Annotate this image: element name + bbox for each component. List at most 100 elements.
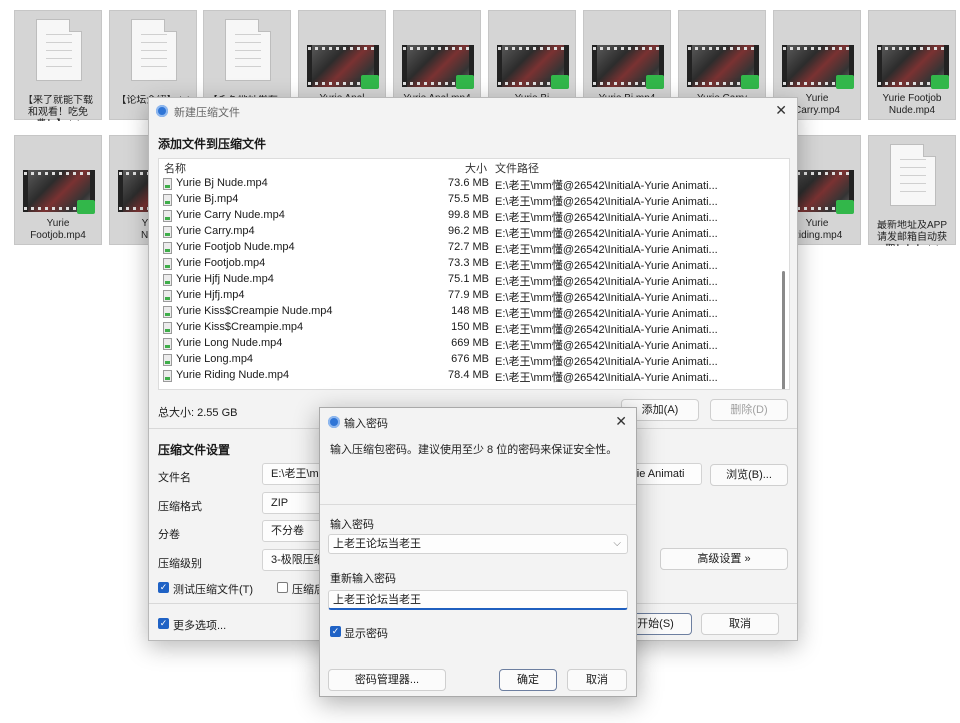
file-path: E:\老王\mm懂@26542\InitialA-Yurie Animati..… bbox=[495, 244, 718, 256]
file-path: E:\老王\mm懂@26542\InitialA-Yurie Animati..… bbox=[495, 196, 718, 208]
file-caption: 【来了就能下载 和观看！吃免 费！】.txt bbox=[23, 95, 93, 121]
video-file-icon bbox=[163, 210, 172, 222]
password-manager-button[interactable]: 密码管理器... bbox=[328, 669, 446, 691]
file-row[interactable]: Yurie Carry.mp4 96.2 MB E:\老王\mm懂@26542\In… bbox=[159, 224, 779, 240]
file-row[interactable]: Yurie Kiss$Creampie.mp4 150 MB E:\老王\mm懂@2… bbox=[159, 320, 779, 336]
cancel-button[interactable]: 取消 bbox=[567, 669, 627, 691]
file-row[interactable]: Yurie Footjob Nude.mp4 72.7 MB E:\老王\mm懂@2… bbox=[159, 240, 779, 256]
file-path: E:\老王\mm懂@26542\InitialA-Yurie Animati..… bbox=[495, 276, 718, 288]
column-name[interactable]: 名称 bbox=[164, 160, 186, 176]
chevron-down-icon[interactable]: ⌵ bbox=[613, 535, 621, 553]
scrollbar-thumb[interactable] bbox=[782, 271, 785, 389]
split-select[interactable]: 不分卷 bbox=[262, 520, 324, 542]
confirm-password-input[interactable]: 上老王论坛当老王 bbox=[328, 590, 628, 610]
text-file-tile[interactable]: 【来了就能下载 和观看！吃免 费！】.txt bbox=[14, 10, 102, 121]
test-archive-label[interactable]: 测试压缩文件(T) bbox=[173, 581, 253, 597]
video-file-icon bbox=[163, 226, 172, 238]
file-name: Yurie Kiss$Creampie.mp4 bbox=[176, 321, 304, 333]
file-list[interactable]: 名称 大小 文件路径 Yurie Bj Nude.mp4 73.6 MB E:\老王… bbox=[158, 158, 790, 390]
advanced-settings-button[interactable]: 高级设置 » bbox=[660, 548, 788, 570]
file-name: Yurie Hjfj.mp4 bbox=[176, 289, 245, 301]
file-path: E:\老王\mm懂@26542\InitialA-Yurie Animati..… bbox=[495, 260, 718, 272]
section-add-title: 添加文件到压缩文件 bbox=[158, 137, 267, 151]
file-row[interactable]: Yurie Bj Nude.mp4 73.6 MB E:\老王\mm懂@26542\… bbox=[159, 176, 779, 192]
file-path: E:\老王\mm懂@26542\InitialA-Yurie Animati..… bbox=[495, 356, 718, 368]
split-label: 分卷 bbox=[158, 529, 180, 541]
file-path: E:\老王\mm懂@26542\InitialA-Yurie Animati..… bbox=[495, 180, 718, 192]
player-badge-icon bbox=[646, 75, 664, 89]
filename-field[interactable]: E:\老王\mm bbox=[262, 463, 324, 485]
player-badge-icon bbox=[77, 200, 95, 214]
file-name: Yurie Kiss$Creampie Nude.mp4 bbox=[176, 305, 333, 317]
close-icon[interactable]: ✕ bbox=[775, 103, 787, 117]
player-badge-icon bbox=[361, 75, 379, 89]
window-title: 新建压缩文件 bbox=[174, 107, 240, 119]
file-path: E:\老王\mm懂@26542\InitialA-Yurie Animati..… bbox=[495, 212, 718, 224]
app-icon bbox=[156, 105, 168, 117]
file-caption: Yurie Footjob.mp4 bbox=[30, 218, 86, 241]
video-file-icon bbox=[163, 338, 172, 350]
file-row[interactable]: Yurie Bj.mp4 75.5 MB E:\老王\mm懂@26542\Initi… bbox=[159, 192, 779, 208]
file-row[interactable]: Yurie Long.mp4 676 MB E:\老王\mm懂@26542\Init… bbox=[159, 352, 779, 368]
level-label: 压缩级别 bbox=[158, 558, 202, 570]
file-row[interactable]: Yurie Long Nude.mp4 669 MB E:\老王\mm懂@26542… bbox=[159, 336, 779, 352]
file-caption: 最新地址及APP 请发邮箱自动获 取！！！.txt bbox=[876, 220, 947, 246]
app-icon bbox=[328, 416, 340, 428]
password-value: 上老王论坛当老王 bbox=[333, 538, 421, 550]
file-row[interactable]: Yurie Kiss$Creampie Nude.mp4 148 MB E:\老王\… bbox=[159, 304, 779, 320]
video-file-icon bbox=[163, 194, 172, 206]
file-row[interactable]: Yurie Hjfj.mp4 77.9 MB E:\老王\mm懂@26542\Ini… bbox=[159, 288, 779, 304]
file-name: Yurie Carry Nude.mp4 bbox=[176, 209, 285, 221]
text-file-tile[interactable]: 最新地址及APP 请发邮箱自动获 取！！！.txt bbox=[868, 135, 956, 246]
player-badge-icon bbox=[836, 200, 854, 214]
video-file-icon bbox=[163, 370, 172, 382]
column-size[interactable]: 大小 bbox=[465, 160, 487, 176]
document-icon bbox=[890, 144, 936, 206]
video-file-icon bbox=[163, 306, 172, 318]
cancel-button[interactable]: 取消 bbox=[701, 613, 779, 635]
password-input[interactable]: 上老王论坛当老王 ⌵ bbox=[328, 534, 628, 554]
file-path: E:\老王\mm懂@26542\InitialA-Yurie Animati..… bbox=[495, 324, 718, 336]
level-select[interactable]: 3-极限压缩 bbox=[262, 549, 324, 571]
dialog-title: 输入密码 bbox=[344, 418, 388, 430]
video-file-tile[interactable]: Yurie Footjob.mp4 bbox=[14, 135, 102, 245]
document-icon bbox=[36, 19, 82, 81]
video-file-tile[interactable]: Yurie Footjob Nude.mp4 bbox=[868, 10, 956, 120]
file-path: E:\老王\mm懂@26542\InitialA-Yurie Animati..… bbox=[495, 292, 718, 304]
file-size: 72.7 MB bbox=[448, 241, 489, 253]
player-badge-icon bbox=[551, 75, 569, 89]
delete-button[interactable]: 删除(D) bbox=[710, 399, 788, 421]
file-size: 73.3 MB bbox=[448, 257, 489, 269]
format-select[interactable]: ZIP bbox=[262, 492, 324, 514]
file-size: 676 MB bbox=[451, 353, 489, 365]
test-archive-checkbox[interactable]: ✓ bbox=[158, 582, 169, 593]
ok-button[interactable]: 确定 bbox=[499, 669, 557, 691]
player-badge-icon bbox=[836, 75, 854, 89]
show-password-checkbox[interactable]: ✓ bbox=[330, 626, 341, 637]
file-name: Yurie Long Nude.mp4 bbox=[176, 337, 283, 349]
more-options-checkbox[interactable]: ✓ bbox=[158, 618, 169, 629]
column-path[interactable]: 文件路径 bbox=[495, 160, 539, 176]
more-options-label[interactable]: 更多选项... bbox=[173, 617, 226, 633]
video-file-icon bbox=[163, 178, 172, 190]
file-row[interactable]: Yurie Hjfj Nude.mp4 75.1 MB E:\老王\mm懂@2654… bbox=[159, 272, 779, 288]
file-size: 96.2 MB bbox=[448, 225, 489, 237]
show-password-label[interactable]: 显示密码 bbox=[344, 625, 388, 641]
browse-button[interactable]: 浏览(B)... bbox=[710, 464, 788, 486]
player-badge-icon bbox=[456, 75, 474, 89]
file-path: E:\老王\mm懂@26542\InitialA-Yurie Animati..… bbox=[495, 340, 718, 352]
window-titlebar: 新建压缩文件 ✕ bbox=[149, 98, 797, 124]
close-icon[interactable]: ✕ bbox=[615, 414, 627, 428]
video-file-icon bbox=[163, 242, 172, 254]
after-compress-checkbox[interactable] bbox=[277, 582, 288, 593]
file-size: 150 MB bbox=[451, 321, 489, 333]
file-row[interactable]: Yurie Footjob.mp4 73.3 MB E:\老王\mm懂@26542\… bbox=[159, 256, 779, 272]
file-row[interactable]: Yurie Carry Nude.mp4 99.8 MB E:\老王\mm懂@265… bbox=[159, 208, 779, 224]
list-scrollbar[interactable] bbox=[780, 175, 788, 389]
file-name: Yurie Carry.mp4 bbox=[176, 225, 255, 237]
file-size: 75.1 MB bbox=[448, 273, 489, 285]
file-size: 99.8 MB bbox=[448, 209, 489, 221]
file-name: Yurie Footjob.mp4 bbox=[176, 257, 266, 269]
file-row[interactable]: Yurie Riding Nude.mp4 78.4 MB E:\老王\mm懂@26… bbox=[159, 368, 779, 384]
video-file-icon bbox=[163, 258, 172, 270]
